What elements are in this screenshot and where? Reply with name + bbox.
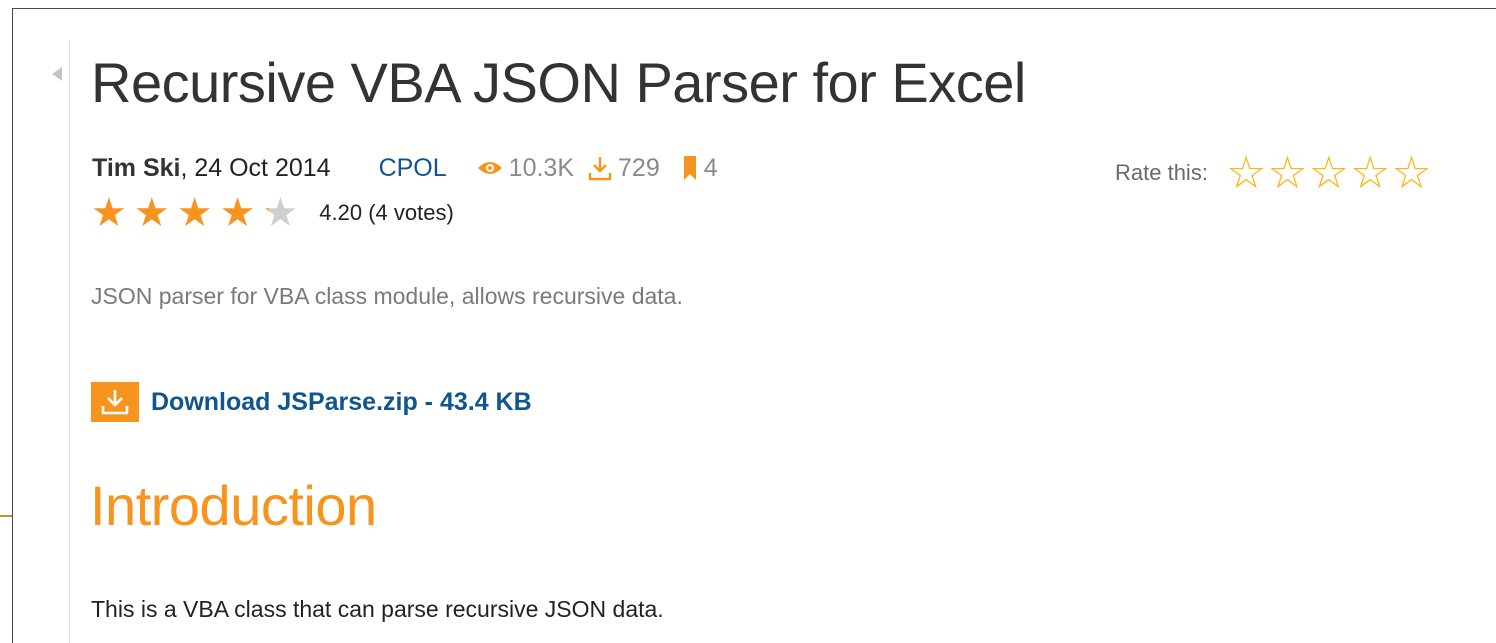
download-link[interactable]: Download JSParse.zip - 43.4 KB (91, 382, 532, 422)
download-icon (588, 157, 612, 181)
section-heading: Introduction (90, 474, 377, 537)
publish-date: , 24 Oct 2014 (180, 153, 331, 182)
license-link[interactable]: CPOL (379, 154, 447, 183)
star-icon: ★ (262, 190, 299, 236)
star-icon: ★ (91, 190, 127, 236)
intro-paragraph: This is a VBA class that can parse recur… (91, 596, 664, 622)
article-title: Recursive VBA JSON Parser for Excel (91, 51, 1026, 114)
rate-star-4-icon[interactable]: ☆ (1350, 150, 1390, 195)
rate-label: Rate this: (1115, 159, 1208, 185)
sidebar-divider (69, 40, 70, 643)
article-meta: Tim Ski , 24 Oct 2014 CPOL 10.3K 729 4 (92, 153, 718, 183)
rate-widget: Rate this: ☆ ☆ ☆ ☆ ☆ (1115, 150, 1433, 195)
article-summary: JSON parser for VBA class module, allows… (91, 283, 683, 309)
bookmark-icon (683, 156, 696, 180)
article-rating: ★ ★ ★ ★ ★ 4.20 (4 votes) (91, 193, 454, 233)
bookmarks-stat: 4 (682, 154, 718, 183)
rate-star-3-icon[interactable]: ☆ (1309, 150, 1349, 195)
divider (0, 515, 12, 517)
rate-star-5-icon[interactable]: ☆ (1391, 150, 1431, 195)
rate-star-2-icon[interactable]: ☆ (1267, 150, 1307, 195)
collapse-arrow-icon[interactable] (52, 67, 62, 81)
views-stat: 10.3K (477, 154, 574, 183)
star-icon: ★ (176, 190, 213, 236)
rate-star-1-icon[interactable]: ☆ (1226, 150, 1266, 195)
rating-votes: 4.20 (4 votes) (319, 200, 454, 225)
eye-icon (477, 162, 502, 174)
star-icon: ★ (133, 190, 170, 236)
star-icon: ★ (219, 190, 256, 236)
downloads-count: 729 (618, 153, 660, 182)
author-link[interactable]: Tim Ski (92, 154, 180, 183)
downloads-stat: 729 (588, 154, 660, 183)
views-count: 10.3K (508, 153, 575, 182)
download-label: Download JSParse.zip - 43.4 KB (151, 387, 532, 416)
bookmarks-count: 4 (703, 153, 718, 182)
download-box-icon (91, 382, 139, 422)
